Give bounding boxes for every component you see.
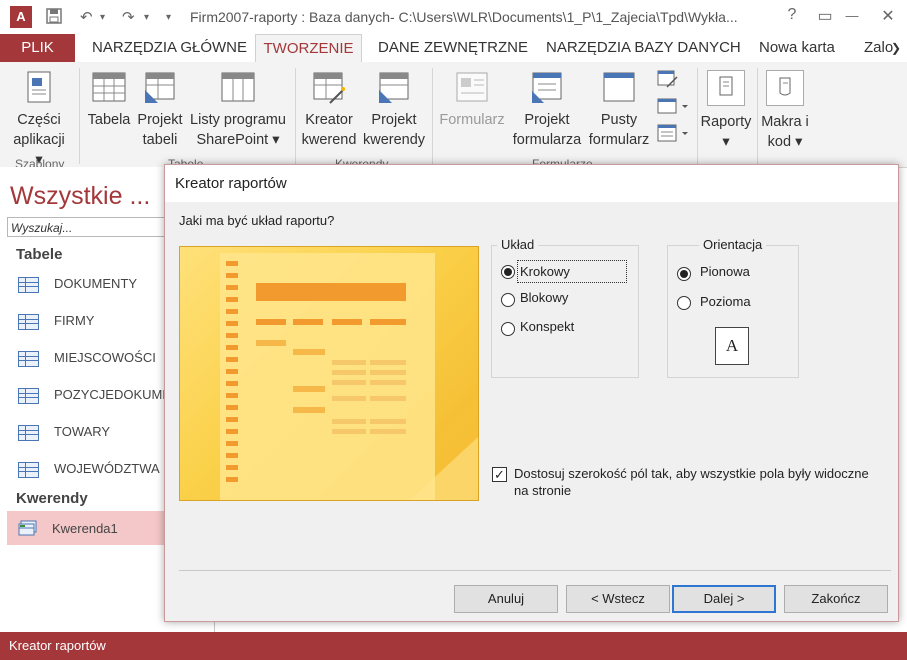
radio-label-outline[interactable]: Konspekt [520,319,574,334]
blank-form-icon [602,70,636,104]
table-button[interactable]: Tabela [86,70,132,130]
orientation-legend: Orientacja [699,237,767,252]
query-icon [18,520,37,539]
undo-icon[interactable]: ↶ [80,8,93,26]
nav-pane-title[interactable]: Wszystkie ... [10,182,150,211]
application-parts-button[interactable]: Części aplikacji ▾ [8,70,70,170]
portrait-page-icon: A [715,327,749,365]
table-icon [18,350,39,367]
radio-label-block[interactable]: Blokowy [520,290,568,305]
more-forms-small-icon[interactable] [657,124,689,147]
form-design-button[interactable]: Projekt formularza [509,70,585,150]
fit-fields-checkbox[interactable]: ✓ [492,467,507,482]
fit-fields-label[interactable]: Dostosuj szerokość pól tak, aby wszystki… [514,465,884,499]
radio-label-landscape[interactable]: Pozioma [700,294,751,309]
redo-icon[interactable]: ↷ [122,8,135,26]
radio-orientation-portrait[interactable] [677,267,691,281]
form-button[interactable]: Formularz [437,70,507,130]
nav-query-item[interactable]: Kwerenda1 [18,520,164,539]
nav-table-item[interactable]: POZYCJEDOKUMENTÓW [18,387,164,404]
query-wizard-button[interactable]: Kreator kwerend [300,70,358,150]
radio-layout-block[interactable] [501,293,515,307]
query-design-icon [377,70,411,104]
layout-preview-illustration [220,253,478,500]
tab-new[interactable]: Nowa karta [759,34,835,62]
reports-button[interactable]: Raporty ▾ [698,70,754,152]
nav-table-item[interactable]: FIRMY [18,313,164,330]
cancel-button[interactable]: Anuluj [454,585,558,613]
form-design-icon [530,70,564,104]
macros-and-code-button[interactable]: Makra i kod ▾ [757,70,813,152]
undo-dropdown-icon[interactable]: ▾ [100,12,105,23]
table-design-button[interactable]: Projekt tabeli [134,70,186,150]
minimize-icon[interactable]: — [837,8,867,23]
table-design-icon [143,70,177,104]
radio-orientation-landscape[interactable] [677,296,691,310]
nav-table-item[interactable]: MIEJSCOWOŚCI [18,350,164,367]
dialog-question: Jaki ma być układ raportu? [179,213,335,228]
window-title: Firm2007-raporty : Baza danych- C:\Users… [190,9,738,25]
dialog-separator [179,570,891,571]
blank-form-button[interactable]: Pusty formularz [587,70,651,150]
status-text: Kreator raportów [9,638,106,653]
tab-home[interactable]: NARZĘDZIA GŁÓWNE [92,34,247,62]
ribbon-display-icon[interactable]: ▭ [810,6,840,26]
table-icon [92,70,126,104]
customize-qat-icon[interactable]: ▾ [166,12,171,23]
layout-preview-image [179,246,479,501]
tab-external-data[interactable]: DANE ZEWNĘTRZNE [378,34,528,62]
table-icon [18,276,39,293]
application-parts-icon [22,70,56,104]
table-icon [18,387,39,404]
table-icon [18,461,39,478]
nav-section-queries[interactable]: Kwerendy [16,490,88,507]
nav-section-tables[interactable]: Tabele [16,246,62,263]
next-button[interactable]: Dalej > [672,585,776,613]
back-button[interactable]: < Wstecz [566,585,670,613]
finish-button[interactable]: Zakończ [784,585,888,613]
radio-label-portrait[interactable]: Pionowa [700,264,750,279]
status-bar [0,632,907,660]
reports-icon [707,70,745,106]
nav-table-item[interactable]: WOJEWÓDZTWA [18,461,164,478]
sharepoint-list-icon [221,70,255,104]
table-icon [18,313,39,330]
tab-database-tools[interactable]: NARZĘDZIA BAZY DANYCH [546,34,741,62]
dialog-title: Kreator raportów [175,175,287,192]
radio-label-stepped[interactable]: Krokowy [517,260,627,283]
radio-layout-stepped[interactable] [501,265,515,279]
close-icon[interactable]: ✕ [873,6,903,26]
table-icon [18,424,39,441]
macro-icon [766,70,804,106]
nav-table-item[interactable]: TOWARY [18,424,164,441]
access-logo-icon[interactable]: A [10,6,32,28]
tab-create[interactable]: TWORZENIE [255,34,362,62]
nav-table-item[interactable]: DOKUMENTY [18,276,164,293]
save-icon[interactable] [46,8,62,28]
tab-file[interactable]: PLIK [0,34,75,62]
sharepoint-lists-button[interactable]: Listy programu SharePoint ▾ [186,70,290,150]
radio-layout-outline[interactable] [501,322,515,336]
tab-scroll-icon[interactable]: ❯ [891,34,901,62]
navigation-small-icon[interactable] [657,98,689,119]
form-wizard-small-icon[interactable] [657,70,679,93]
layout-legend: Układ [497,237,539,252]
query-wizard-icon [312,70,346,104]
form-icon [455,70,489,104]
help-icon[interactable]: ? [777,6,807,24]
tab-overflow[interactable]: Zalo [864,34,894,62]
query-design-button[interactable]: Projekt kwerendy [361,70,427,150]
redo-dropdown-icon[interactable]: ▾ [144,12,149,23]
